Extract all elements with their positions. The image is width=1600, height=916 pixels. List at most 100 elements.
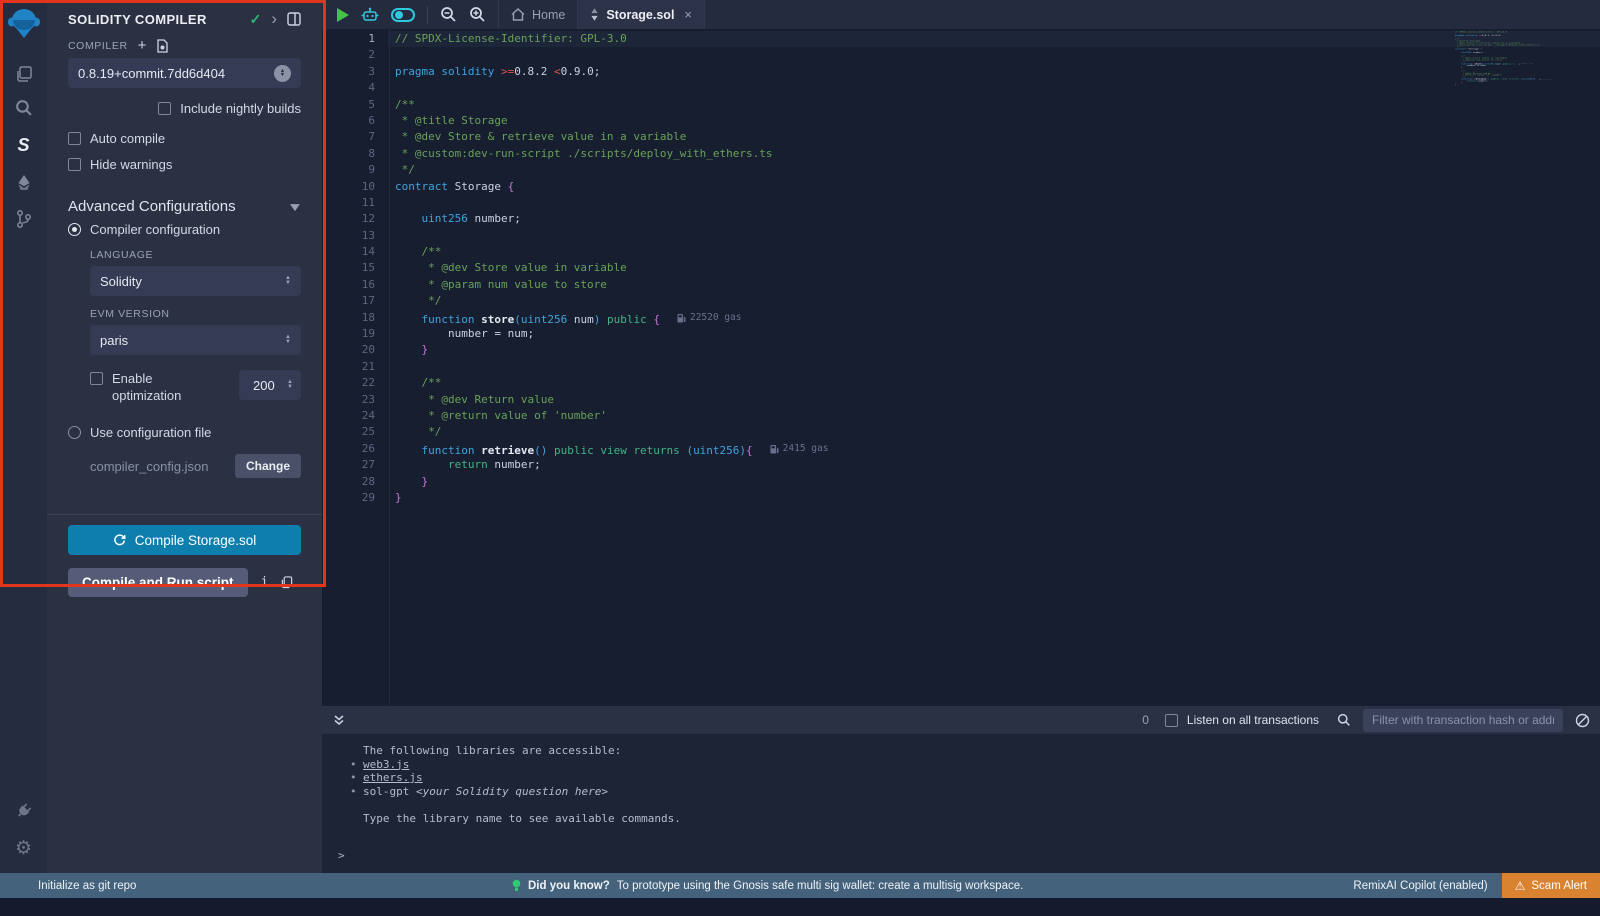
optimization-runs-input-box: ▲▼ (239, 370, 301, 400)
tip-label: Did you know? (528, 880, 610, 892)
evm-version-label: EVM VERSION (90, 308, 301, 320)
icon-rail: S ⚙ (0, 0, 47, 873)
include-nightly-checkbox[interactable] (158, 102, 171, 115)
code-line[interactable]: */ (395, 162, 828, 178)
evm-version-select[interactable]: paris ▲▼ (90, 325, 301, 355)
code-line[interactable]: } (395, 490, 828, 506)
terminal-line: The following libraries are accessible: (337, 744, 1600, 758)
compile-and-run-button[interactable]: Compile and Run script (68, 568, 248, 597)
transaction-filter-input[interactable] (1363, 709, 1563, 732)
terminal-prompt[interactable]: > (337, 849, 1600, 862)
enable-optimization-checkbox[interactable] (90, 372, 103, 385)
line-number: 10 (322, 179, 375, 195)
language-select[interactable]: Solidity ▲▼ (90, 266, 301, 296)
close-tab-icon[interactable]: × (684, 7, 692, 22)
code-line[interactable]: number = num; (395, 326, 828, 342)
terminal-output[interactable]: The following libraries are accessible:•… (322, 734, 1600, 873)
play-icon[interactable] (337, 8, 349, 22)
split-panel-icon[interactable] (287, 12, 301, 26)
code-line[interactable]: */ (395, 293, 828, 309)
line-number: 25 (322, 424, 375, 440)
code-line[interactable] (395, 47, 828, 63)
code-line[interactable]: * @dev Store value in variable (395, 260, 828, 276)
terminal-lines: The following libraries are accessible:•… (337, 744, 1600, 825)
code-line[interactable]: } (395, 342, 828, 358)
plugin-manager-icon[interactable] (8, 794, 39, 825)
search-icon[interactable] (13, 96, 35, 118)
solidity-compiler-icon[interactable]: S (13, 134, 35, 156)
tab-storage-sol[interactable]: Storage.sol × (578, 0, 705, 29)
line-number: 7 (322, 129, 375, 145)
code-line[interactable]: * @custom:dev-run-script ./scripts/deplo… (395, 146, 828, 162)
use-configuration-file-radio[interactable] (68, 426, 81, 439)
compiler-label: COMPILER (68, 40, 128, 52)
home-icon (511, 8, 525, 21)
collapse-terminal-icon[interactable] (333, 714, 345, 726)
line-number: 3 (322, 64, 375, 80)
hide-warnings-checkbox[interactable] (68, 158, 81, 171)
remixai-toggle[interactable] (391, 8, 415, 22)
code-line[interactable]: // SPDX-License-Identifier: GPL-3.0 (395, 31, 828, 47)
code-editor[interactable]: 1234567891011121314151617181920212223242… (322, 29, 1600, 706)
optimization-runs-input[interactable] (253, 378, 283, 393)
add-compiler-icon[interactable]: + (138, 40, 147, 52)
zoom-out-icon[interactable] (440, 6, 457, 23)
scam-alert-button[interactable]: ⚠ Scam Alert (1502, 873, 1600, 898)
code-line[interactable]: contract Storage { (395, 179, 828, 195)
copy-icon[interactable] (281, 576, 293, 589)
warning-triangle-icon: ⚠ (1515, 879, 1526, 893)
status-bar: Initialize as git repo Did you know? To … (0, 873, 1600, 898)
remixai-robot-icon[interactable] (361, 7, 379, 23)
code-line[interactable]: * @title Storage (395, 113, 828, 129)
listen-transactions-checkbox[interactable] (1165, 714, 1178, 727)
deploy-run-icon[interactable] (13, 172, 35, 194)
file-explorer-icon[interactable] (13, 63, 35, 85)
code-line[interactable]: uint256 number; (395, 211, 828, 227)
settings-gear-icon[interactable]: ⚙ (13, 837, 35, 859)
advanced-configurations-header[interactable]: Advanced Configurations ▼ (68, 198, 301, 215)
minimap-content: // SPDX-License-Identifier: GPL-3.0 prag… (1455, 31, 1478, 86)
minimap[interactable]: // SPDX-License-Identifier: GPL-3.0 prag… (1455, 31, 1555, 706)
code-line[interactable] (395, 359, 828, 375)
compiler-configuration-radio[interactable] (68, 223, 81, 236)
terminal-search-icon[interactable] (1337, 713, 1351, 727)
line-number: 8 (322, 146, 375, 162)
include-nightly-label: Include nightly builds (180, 101, 301, 116)
code-line[interactable] (395, 195, 828, 211)
auto-compile-checkbox[interactable] (68, 132, 81, 145)
code-line[interactable]: function store(uint256 num) public {2252… (395, 310, 828, 326)
clear-console-icon[interactable] (1575, 713, 1590, 728)
code-line[interactable]: /** (395, 97, 828, 113)
code-line[interactable] (395, 228, 828, 244)
code-line[interactable]: * @param num value to store (395, 277, 828, 293)
compile-button[interactable]: Compile Storage.sol (68, 525, 301, 555)
code-line[interactable]: /** (395, 375, 828, 391)
language-value: Solidity (100, 274, 285, 289)
code-line[interactable]: } (395, 474, 828, 490)
line-number: 6 (322, 113, 375, 129)
code-line[interactable]: /** (395, 244, 828, 260)
git-icon[interactable] (13, 208, 35, 230)
code-line[interactable]: return number; (395, 457, 828, 473)
code-line[interactable]: function retrieve() public view returns … (395, 441, 828, 457)
terminal-link[interactable]: ethers.js (363, 771, 423, 784)
code-line[interactable]: * @dev Return value (395, 392, 828, 408)
code-line[interactable]: pragma solidity >=0.8.2 <0.9.0; (395, 64, 828, 80)
info-icon[interactable]: i (261, 575, 269, 590)
code-line[interactable]: * @return value of 'number' (395, 408, 828, 424)
version-select-toggle[interactable]: ▲▼ (274, 65, 291, 82)
open-compiler-file-icon[interactable] (156, 39, 169, 53)
line-number: 13 (322, 228, 375, 244)
code-line[interactable]: * @dev Store & retrieve value in a varia… (395, 129, 828, 145)
compiler-version-select[interactable]: 0.8.19+commit.7dd6d404 ▲▼ (68, 58, 301, 88)
code-line[interactable] (395, 80, 828, 96)
tab-home[interactable]: Home (498, 0, 578, 29)
remix-logo[interactable] (7, 7, 41, 39)
copilot-status[interactable]: RemixAI Copilot (enabled) (1353, 880, 1487, 892)
terminal-link[interactable]: web3.js (363, 758, 409, 771)
change-config-button[interactable]: Change (235, 454, 301, 478)
code-line[interactable]: */ (395, 424, 828, 440)
collapse-panel-chevron-icon[interactable]: › (271, 13, 277, 25)
zoom-in-icon[interactable] (469, 6, 486, 23)
git-init-status[interactable]: Initialize as git repo (38, 880, 136, 892)
